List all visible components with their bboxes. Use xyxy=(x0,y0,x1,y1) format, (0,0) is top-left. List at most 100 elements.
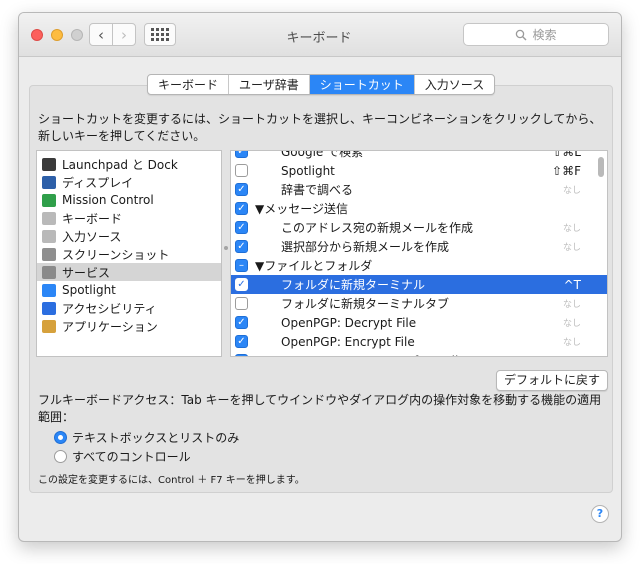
shortcut-label: Google で検索 xyxy=(281,150,364,159)
content-panel: ショートカットを変更するには、ショートカットを選択し、キーコンビネーションをクリ… xyxy=(29,85,613,493)
tab-0[interactable]: キーボード xyxy=(148,75,230,94)
checkbox[interactable] xyxy=(235,164,248,177)
tab-2[interactable]: ショートカット xyxy=(309,75,415,94)
radio-label: テキストボックスとリストのみ xyxy=(72,430,240,445)
shortcut-key[interactable]: なし xyxy=(563,221,581,234)
category-label: キーボード xyxy=(62,211,123,226)
shortcut-row[interactable]: ✓ OpenPGP: Decrypt File なし xyxy=(231,313,607,332)
keyboard-note: この設定を変更するには、Control ＋ F7 キーを押します。 xyxy=(38,475,305,486)
category-item[interactable]: Launchpad と Dock xyxy=(37,155,221,173)
category-item[interactable]: 入力ソース xyxy=(37,227,221,245)
shortcut-row[interactable]: ✓ 辞書で調べる なし xyxy=(231,180,607,199)
category-item[interactable]: スクリーンショット xyxy=(37,245,221,263)
category-label: Spotlight xyxy=(62,283,116,297)
category-item[interactable]: ディスプレイ xyxy=(37,173,221,191)
shortcut-key[interactable]: なし xyxy=(563,335,581,348)
keyboard-icon xyxy=(42,211,56,225)
search-placeholder: 検索 xyxy=(532,28,557,42)
radio-text-boxes-and-lists[interactable]: テキストボックスとリストのみ xyxy=(54,428,239,446)
instructions-text: ショートカットを変更するには、ショートカットを選択し、キーコンビネーションをクリ… xyxy=(38,112,602,143)
spotlight-icon xyxy=(42,283,56,297)
tab-bar: キーボード ユーザ辞書 ショートカット 入力ソース xyxy=(147,74,496,95)
checkbox[interactable]: ✓ xyxy=(235,202,248,215)
category-label: 入力ソース xyxy=(62,229,122,244)
minimize-window-button[interactable] xyxy=(51,29,63,41)
shortcut-row[interactable]: フォルダに新規ターミナルタブ なし xyxy=(231,294,607,313)
shortcut-row[interactable]: ✓ 選択部分から新規メールを作成 なし xyxy=(231,237,607,256)
shortcut-list[interactable]: ✓ Google で検索 ⇧⌘L Spotlight ⇧⌘F ✓ 辞書で調べる なし ✓ ▼メッセ… xyxy=(230,150,608,357)
shortcut-label: OpenPGP: Decrypt File xyxy=(281,315,417,330)
shortcut-key[interactable]: ⇧⌘L xyxy=(552,151,581,159)
shortcut-key[interactable]: なし xyxy=(563,183,581,196)
tab-3[interactable]: 入力ソース xyxy=(415,75,494,94)
checkbox[interactable]: ✓ xyxy=(235,240,248,253)
tab-1[interactable]: ユーザ辞書 xyxy=(229,75,310,94)
category-label: サービス xyxy=(62,265,111,280)
close-window-button[interactable] xyxy=(31,29,43,41)
help-button[interactable]: ? xyxy=(591,505,609,523)
category-label: アクセシビリティ xyxy=(62,301,157,316)
search-icon xyxy=(516,29,527,40)
checkbox[interactable]: ✓ xyxy=(235,335,248,348)
checkbox[interactable]: ✓ xyxy=(235,316,248,329)
shortcut-row[interactable]: ✓ OpenPGP: Import Key from File なし xyxy=(231,351,607,357)
shortcut-label: OpenPGP: Import Key from File xyxy=(281,354,466,357)
shortcut-row[interactable]: ✓ OpenPGP: Encrypt File なし xyxy=(231,332,607,351)
screenshot-icon xyxy=(42,247,56,261)
checkbox[interactable] xyxy=(235,297,248,310)
chevron-right-icon: › xyxy=(121,25,127,44)
checkbox[interactable]: ✓ xyxy=(235,151,248,158)
shortcut-label: 選択部分から新規メールを作成 xyxy=(281,240,450,254)
radio-label: すべてのコントロール xyxy=(72,449,191,464)
zoom-window-button[interactable] xyxy=(71,29,83,41)
checkbox[interactable]: ✓ xyxy=(235,221,248,234)
radio-button[interactable] xyxy=(54,449,67,463)
shortcut-key[interactable]: なし xyxy=(563,316,581,329)
radio-all-controls[interactable]: すべてのコントロール xyxy=(54,447,191,465)
shortcut-label: フォルダに新規ターミナル xyxy=(281,278,426,292)
shortcut-key[interactable]: なし xyxy=(563,354,581,356)
shortcut-row[interactable]: ✓ このアドレス宛の新規メールを作成 なし xyxy=(231,218,607,237)
checkbox[interactable]: ✓ xyxy=(235,183,248,196)
category-item[interactable]: アクセシビリティ xyxy=(37,299,221,317)
preferences-window: ‹ › キーボード 検索 ショートカットを変更するには、ショートカットを選択し、… xyxy=(18,12,622,542)
checkbox[interactable]: ✓ xyxy=(235,278,248,291)
category-item[interactable]: キーボード xyxy=(37,209,221,227)
shortcut-key[interactable]: なし xyxy=(563,297,581,310)
title-bar: ‹ › キーボード 検索 xyxy=(19,13,621,57)
shortcut-label: ▼ファイルとフォルダ xyxy=(255,259,373,273)
checkbox[interactable]: – xyxy=(235,259,248,272)
shortcut-row[interactable]: ✓ Google で検索 ⇧⌘L xyxy=(231,150,607,161)
shortcut-group-row[interactable]: ✓ ▼メッセージ送信 xyxy=(231,199,607,218)
shortcut-key[interactable]: ⇧⌘F xyxy=(552,164,581,178)
category-item[interactable]: Spotlight xyxy=(37,281,221,299)
search-field[interactable]: 検索 xyxy=(463,23,609,46)
shortcut-label: このアドレス宛の新規メールを作成 xyxy=(281,221,474,235)
scrollbar[interactable] xyxy=(598,157,604,177)
split-handle[interactable] xyxy=(224,246,228,250)
input-sources-icon xyxy=(42,229,56,243)
chevron-left-icon: ‹ xyxy=(98,25,104,44)
app-store-icon xyxy=(42,319,56,333)
category-item[interactable]: Mission Control xyxy=(37,191,221,209)
shortcut-label: Spotlight xyxy=(281,163,335,178)
category-item[interactable]: サービス xyxy=(37,263,221,281)
category-item[interactable]: アプリケーション xyxy=(37,317,221,335)
category-label: ディスプレイ xyxy=(62,175,134,190)
shortcut-key[interactable]: なし xyxy=(563,240,581,253)
show-all-button[interactable] xyxy=(144,23,176,46)
back-button[interactable]: ‹ xyxy=(89,23,113,46)
shortcut-row[interactable]: ✓ フォルダに新規ターミナル ^T xyxy=(231,275,607,294)
shortcut-group-row[interactable]: – ▼ファイルとフォルダ xyxy=(231,256,607,275)
shortcut-key[interactable]: ^T xyxy=(564,278,581,292)
category-list[interactable]: Launchpad と Dock ディスプレイ Mission Control キーボ… xyxy=(36,150,222,357)
restore-defaults-button[interactable]: デフォルトに戻す xyxy=(496,370,608,391)
full-keyboard-access-label: フルキーボードアクセス：Tab キーを押してウインドウやダイアログ内の操作対象を… xyxy=(38,393,602,424)
forward-button[interactable]: › xyxy=(112,23,136,46)
shortcut-row[interactable]: Spotlight ⇧⌘F xyxy=(231,161,607,180)
radio-button[interactable] xyxy=(54,430,67,444)
checkbox[interactable]: ✓ xyxy=(235,354,248,356)
launchpad-icon xyxy=(42,157,56,171)
display-icon xyxy=(42,175,56,189)
accessibility-icon xyxy=(42,301,56,315)
